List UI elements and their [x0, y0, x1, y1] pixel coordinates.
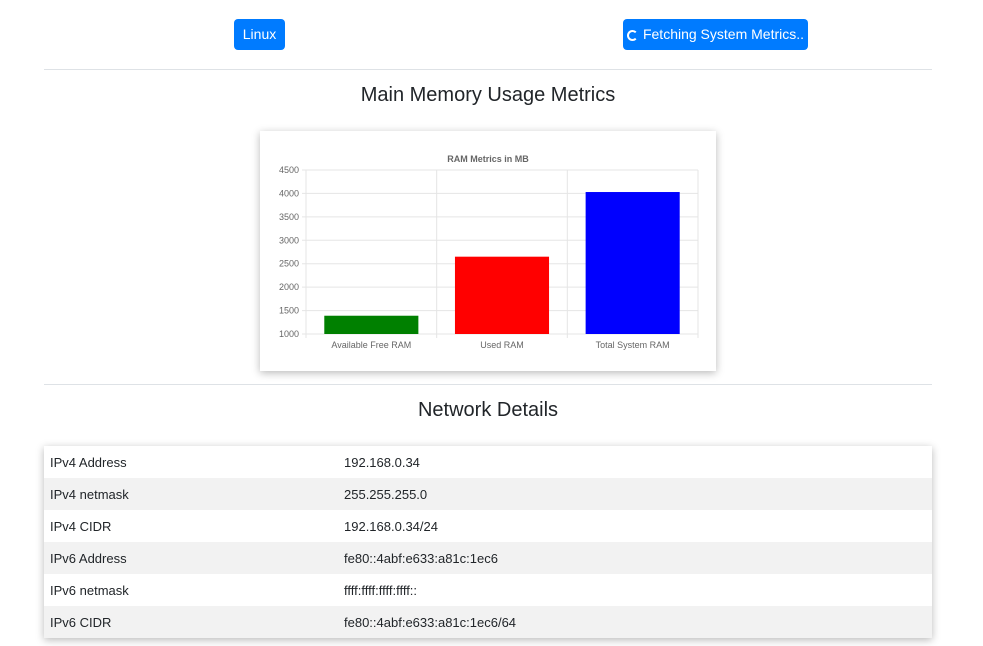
ram-chart-card: 4500 4000 3500 3000 2500 2000 1500 1000 Availabl… [260, 131, 716, 371]
bar [454, 256, 550, 334]
row-value: 192.168.0.34 [344, 454, 420, 470]
row-key: IPv6 netmask [50, 582, 129, 598]
row-value: 255.255.255.0 [344, 486, 428, 502]
row-key: IPv6 Address [50, 550, 127, 566]
row-value: fe80::4abf:e633:a81c:1ec6 [344, 550, 498, 566]
fetch-metrics-button[interactable]: Fetching System Metrics.. [623, 19, 808, 50]
table-row: IPv4 Address 192.168.0.34 [44, 446, 932, 478]
x-tick-label: Available Free RAM [331, 340, 411, 350]
y-tick-label: 1500 [279, 306, 299, 316]
y-tick-label: 4500 [279, 165, 299, 175]
fetch-metrics-label: Fetching System Metrics.. [642, 26, 805, 42]
row-value: 192.168.0.34/24 [344, 518, 438, 534]
loading-spinner-icon [626, 30, 638, 41]
row-value: ffff:ffff:ffff:ffff:: [344, 582, 418, 598]
memory-section-title: Main Memory Usage Metrics [360, 84, 616, 106]
os-button[interactable]: Linux [234, 19, 285, 50]
network-details-table: IPv4 Address 192.168.0.34 IPv4 netmask 2… [44, 446, 932, 638]
x-tick-label: Total System RAM [596, 340, 670, 350]
row-key: IPv6 CIDR [50, 614, 112, 630]
table-row: IPv6 netmask ffff:ffff:ffff:ffff:: [44, 574, 932, 606]
chart-title: RAM Metrics in MB [447, 154, 529, 164]
network-section-title: Network Details [417, 399, 559, 421]
table-row: IPv4 netmask 255.255.255.0 [44, 478, 932, 510]
x-tick-label: Used RAM [480, 340, 524, 350]
divider [44, 69, 932, 70]
y-tick-label: 2500 [279, 259, 299, 269]
bar [585, 192, 680, 334]
y-tick-label: 3000 [279, 235, 299, 245]
bar [324, 315, 419, 334]
table-row: IPv6 CIDR fe80::4abf:e633:a81c:1ec6/64 [44, 606, 932, 638]
row-value: fe80::4abf:e633:a81c:1ec6/64 [344, 614, 517, 630]
row-key: IPv4 CIDR [50, 518, 112, 534]
divider [44, 384, 932, 385]
y-tick-label: 1000 [279, 329, 299, 339]
y-tick-label: 2000 [279, 282, 299, 292]
os-button-label: Linux [242, 26, 277, 42]
page: Linux Fetching System Metrics.. Main Mem… [0, 0, 983, 646]
y-tick-label: 3500 [279, 212, 299, 222]
ram-chart: 4500 4000 3500 3000 2500 2000 1500 1000 Availabl… [279, 154, 699, 350]
table-row: IPv4 CIDR 192.168.0.34/24 [44, 510, 932, 542]
table-row: IPv6 Address fe80::4abf:e633:a81c:1ec6 [44, 542, 932, 574]
row-key: IPv4 netmask [50, 486, 129, 502]
y-tick-label: 4000 [279, 188, 299, 198]
row-key: IPv4 Address [50, 454, 127, 470]
